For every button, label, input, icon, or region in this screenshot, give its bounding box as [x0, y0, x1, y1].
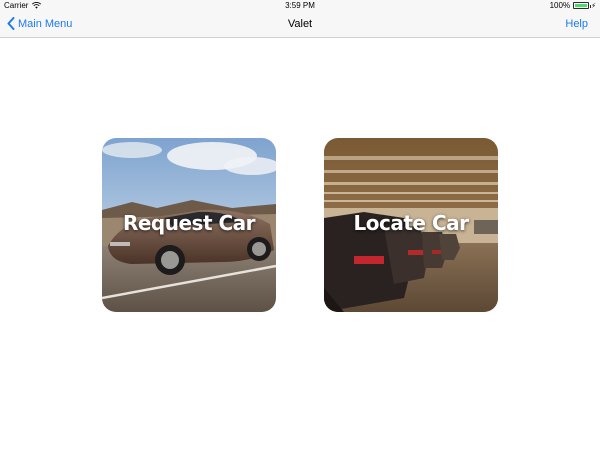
locate-car-tile[interactable]: Locate Car [324, 138, 498, 312]
request-car-tile[interactable]: Request Car [102, 138, 276, 312]
help-button[interactable]: Help [565, 18, 588, 30]
request-car-label: Request Car [122, 211, 256, 235]
locate-car-label: Locate Car [353, 211, 469, 235]
status-right: 100% ⚡ [550, 1, 596, 10]
page-title: Valet [287, 18, 313, 30]
charging-bolt-icon: ⚡ [591, 2, 596, 10]
status-time: 3:59 PM [285, 1, 315, 10]
status-bar: Carrier 3:59 PM 100% ⚡ [0, 0, 600, 12]
battery-icon [573, 2, 592, 9]
navigation-bar: Main Menu Valet Help [0, 12, 600, 38]
battery-percent: 100% [549, 1, 571, 10]
